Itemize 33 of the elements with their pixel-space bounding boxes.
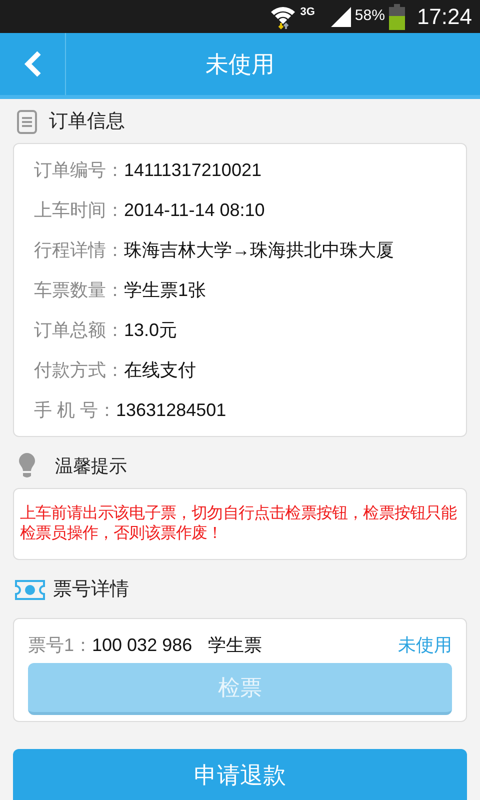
ticket-label: 票号1：	[28, 634, 92, 656]
field-label: 行程详情：	[34, 239, 124, 262]
field-value: 珠海吉林大学→珠海拱北中珠大厦	[124, 239, 394, 262]
document-icon	[17, 110, 37, 134]
clock: 17:24	[416, 3, 472, 31]
field-label: 上车时间：	[34, 199, 124, 222]
warning-text: 上车前请出示该电子票，切勿自行点击检票按钮，检票按钮只能检票员操作，否则该票作废！	[20, 504, 458, 544]
signal-icon	[330, 6, 351, 26]
back-icon	[22, 51, 42, 77]
battery-icon	[388, 4, 405, 30]
ticket-number: 100 032 986	[92, 634, 192, 656]
field-value: 学生票1张	[124, 279, 206, 302]
ticket-status: 未使用	[398, 634, 452, 656]
section-title: 订单信息	[49, 110, 125, 134]
field-value: 13.0元	[124, 319, 178, 342]
refund-button[interactable]: 申请退款	[13, 749, 467, 800]
page-title: 未使用	[204, 50, 276, 79]
ticket-type: 学生票	[208, 634, 262, 656]
field-value: 2014-11-14 08:10	[124, 199, 265, 222]
network-type: 3G	[300, 5, 315, 20]
field-value: 13631284501	[116, 399, 226, 422]
field-label: 订单编号：	[34, 159, 124, 182]
field-label: 订单总额：	[34, 319, 124, 342]
section-title: 温馨提示	[55, 454, 127, 478]
section-title: 票号详情	[53, 578, 129, 602]
field-label: 车票数量：	[34, 279, 124, 302]
field-label: 手 机 号：	[34, 399, 116, 422]
field-label: 付款方式：	[34, 359, 124, 382]
battery-percent: 58%	[354, 6, 385, 26]
field-value: 在线支付	[124, 359, 196, 382]
ticket-icon	[15, 580, 45, 600]
light-bulb-icon	[19, 453, 35, 479]
field-value: 14111317210021	[124, 159, 262, 182]
